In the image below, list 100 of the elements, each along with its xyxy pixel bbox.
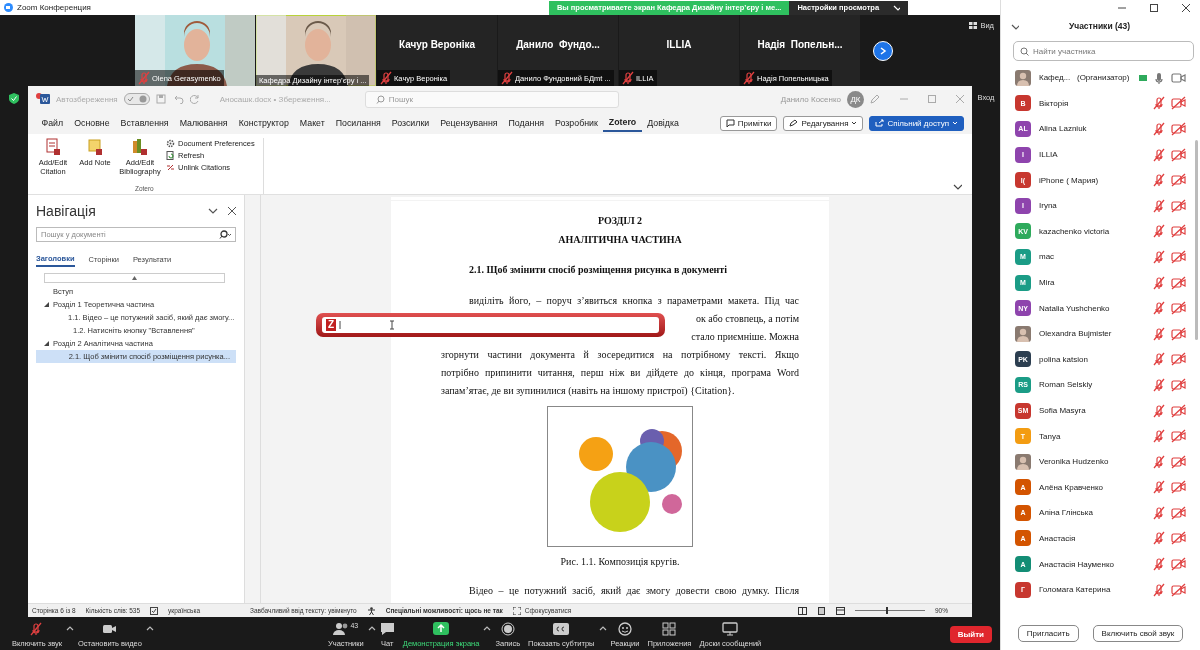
next-page-button[interactable]	[873, 40, 893, 61]
web-layout-icon[interactable]	[836, 606, 845, 615]
share-button[interactable]: Спільний доступ	[869, 115, 964, 131]
participant-name: Анастасія Науменко	[1039, 559, 1115, 569]
participant-name: Roman Selskiy	[1039, 380, 1094, 390]
autosave-toggle[interactable]	[123, 93, 150, 105]
share-screen-icon	[432, 622, 451, 636]
accessibility-icon	[366, 606, 376, 615]
participant-name: Анастасія	[1039, 534, 1077, 543]
zoom-logo-icon	[4, 3, 13, 12]
grid-icon	[969, 22, 978, 29]
close-icon[interactable]	[228, 207, 236, 215]
participant-name: ILLIA	[1039, 150, 1059, 160]
paragraph-line: виділіть його, – поруч з’явиться кнопка з параметрами макета. Під час	[468, 294, 799, 308]
caret-icon[interactable]	[483, 625, 492, 632]
note-icon	[87, 138, 103, 156]
paragraph-line: Відео – це потужний засіб, який дає змогу довести свою думку. Після	[468, 585, 799, 598]
triangle-up-icon	[132, 276, 137, 280]
ribbon-tab[interactable]: Вставлення	[115, 115, 175, 131]
participant-name: iPhone ( Мария)	[1039, 175, 1100, 185]
ribbon-tab[interactable]: Рецензування	[434, 115, 504, 131]
whiteboard-icon	[722, 622, 739, 636]
ribbon-tab[interactable]: Розсилки	[386, 115, 435, 131]
figure-caption: Рис. 1.1. Композиція кругів.	[559, 555, 681, 569]
participant-name: kazachenko victoria	[1039, 226, 1111, 236]
close-icon[interactable]	[1182, 3, 1190, 12]
search-icon	[1020, 46, 1029, 56]
paragraph-line: стало приємніше. Можна	[690, 330, 799, 344]
gear-icon	[166, 139, 175, 148]
citation-icon	[45, 138, 61, 156]
toggle-knob-icon	[138, 95, 147, 103]
participant-name: Кафед... (Организатор)	[1039, 73, 1131, 83]
panel-button[interactable]: Пригласить	[1017, 625, 1079, 642]
captions-icon	[552, 622, 571, 636]
ribbon-tab[interactable]: Малювання	[174, 115, 234, 131]
participant-name: Olexandra Bujmister	[1039, 329, 1113, 339]
ribbon-tab[interactable]: Макет	[294, 115, 331, 131]
comment-icon	[725, 119, 735, 127]
autosave-label: Автозбереження	[56, 94, 118, 104]
ribbon-tab[interactable]: Розробник	[549, 115, 604, 131]
paragraph-line: ок або стовпець, а потім	[694, 312, 799, 326]
word-logo-icon	[36, 93, 50, 105]
record-icon	[500, 622, 515, 636]
focus-icon[interactable]	[512, 606, 521, 615]
ribbon-tab[interactable]: Конструктор	[233, 115, 295, 131]
participant-name: Голомага Катерина	[1039, 585, 1112, 595]
participant-name: Alina Lazniuk	[1039, 124, 1088, 134]
zotero-search-bar[interactable]: Z	[316, 313, 665, 337]
window-title: Zoom Конференция	[17, 3, 91, 12]
collapse-ribbon-icon[interactable]	[953, 183, 962, 190]
search-icon	[219, 230, 231, 239]
search-field[interactable]: Найти участника	[1013, 41, 1194, 61]
ribbon-tab[interactable]: Основне	[68, 115, 116, 131]
caret-icon[interactable]	[66, 625, 75, 632]
paragraph-line: запам’ятає, де ви зупинилися (навіть на іншому пристрої) {Citation}.	[441, 384, 736, 398]
ribbon-tab[interactable]: Довідка	[641, 115, 685, 131]
avatar-icon	[1015, 453, 1031, 470]
ribbon-tab[interactable]: Файл	[36, 115, 69, 131]
participant-name: Iryna	[1039, 201, 1058, 211]
zotero-logo: Z	[326, 319, 337, 331]
caret-icon[interactable]	[598, 625, 607, 632]
slider-thumb[interactable]	[886, 607, 889, 614]
read-mode-icon[interactable]	[798, 606, 807, 615]
avatar-icon	[1015, 69, 1031, 86]
participant-name: Алёна Кравченко	[1039, 482, 1105, 492]
print-layout-icon[interactable]	[817, 606, 826, 615]
maximize-icon[interactable]	[1150, 3, 1158, 12]
sharing-badge	[1139, 74, 1147, 81]
section-heading: 2.1. Щоб змінити спосіб розміщення рисунка в документі	[468, 263, 729, 277]
chevron-down-icon	[952, 120, 958, 126]
paragraph-line: потрібно припинити читання, перш ніж ви дійдете до кінця, програма Word	[441, 366, 799, 380]
participant-name: Sofia Masyra	[1039, 406, 1087, 415]
comments-button[interactable]: Примітки	[719, 115, 778, 131]
pencil-icon	[789, 119, 799, 127]
participant-display-name: Надія Попельн...	[757, 39, 843, 50]
participant-name: mac	[1039, 252, 1056, 262]
video-camera-icon	[102, 622, 118, 636]
leave-button[interactable]: Выйти	[949, 626, 992, 643]
participant-display-name: Качур Вероніка	[398, 39, 475, 50]
participant-name: Veronika Hudzenko	[1039, 457, 1110, 467]
avatar-icon	[1015, 325, 1031, 342]
chevron-down-icon	[893, 4, 901, 11]
chevron-down-icon[interactable]	[1011, 22, 1019, 30]
editing-button[interactable]: Редагування	[783, 115, 864, 131]
ribbon-tab[interactable]: Подання	[503, 115, 550, 131]
pane-title: Навігація	[36, 203, 96, 219]
ribbon-tab[interactable]: Zotero	[603, 114, 642, 132]
ribbon-tab[interactable]: Посилання	[330, 115, 387, 131]
chevron-down-icon[interactable]	[208, 207, 218, 215]
participant-display-name: ILLIA	[666, 39, 692, 50]
paragraph-line: згорнути частини документа й зосередитися на потрібному тексті. Якщо	[441, 348, 799, 362]
chevron-down-icon	[851, 120, 858, 126]
participant-name: polina katsion	[1039, 354, 1089, 364]
caret-icon[interactable]	[145, 625, 154, 632]
chat-icon	[379, 622, 395, 636]
check-icon	[126, 96, 134, 102]
participant-name: Вікторія	[1039, 98, 1070, 108]
participants-icon	[333, 622, 350, 636]
panel-button[interactable]: Включить свой звук	[1092, 625, 1184, 642]
caret-icon[interactable]	[367, 625, 376, 632]
